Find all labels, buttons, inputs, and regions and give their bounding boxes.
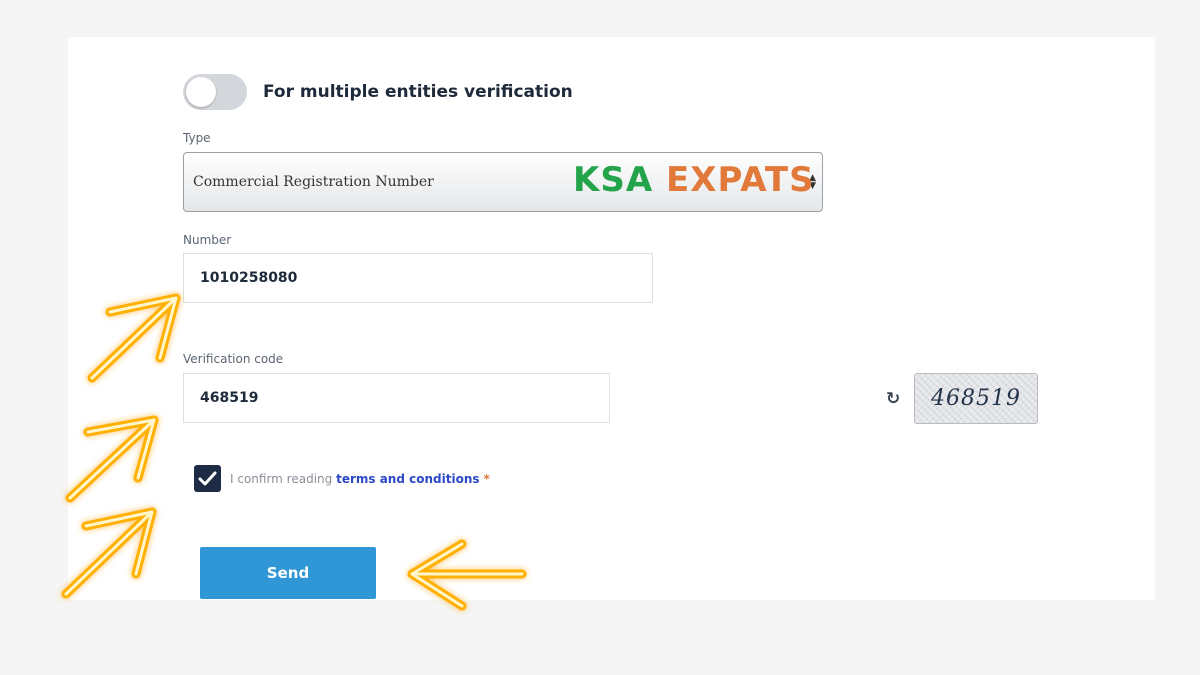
arrow-icon-2	[65, 415, 159, 503]
arrow-icon-3	[61, 507, 157, 599]
arrow-icon-1	[87, 293, 181, 383]
arrow-icon-4	[407, 539, 527, 611]
annotation-arrows	[61, 293, 527, 611]
